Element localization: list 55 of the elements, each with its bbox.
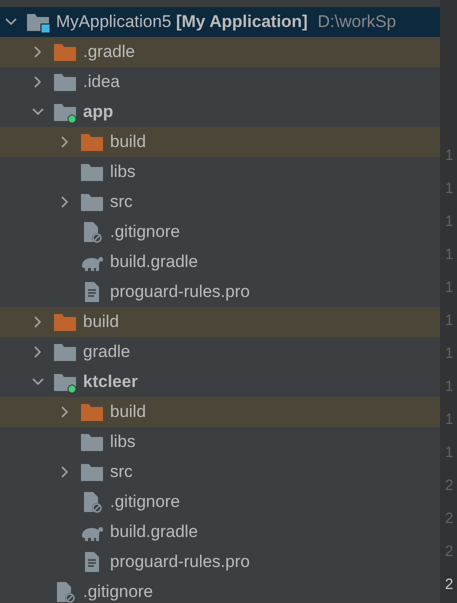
item-label: build — [83, 311, 119, 334]
item-label: proguard-rules.pro — [110, 551, 250, 574]
item-label: build — [110, 401, 146, 424]
project-folder-icon — [26, 11, 50, 33]
tree-item[interactable]: build — [0, 397, 440, 427]
folder-icon — [80, 401, 104, 423]
module-folder-icon — [53, 371, 77, 393]
tree-item[interactable]: .gitignore — [0, 217, 440, 247]
folder-icon — [53, 71, 77, 93]
folder-icon — [53, 341, 77, 363]
tree-item[interactable]: .gitignore — [0, 577, 440, 603]
tree-item[interactable]: .idea — [0, 67, 440, 97]
folder-icon — [80, 431, 104, 453]
item-label: .idea — [83, 71, 120, 94]
folder-icon — [80, 191, 104, 213]
item-label: proguard-rules.pro — [110, 281, 250, 304]
tree-item[interactable]: build.gradle — [0, 247, 440, 277]
item-label: src — [110, 461, 133, 484]
tree-item[interactable]: build.gradle — [0, 517, 440, 547]
item-label: MyApplication5 [My Application] — [56, 11, 308, 34]
tree-item[interactable]: src — [0, 457, 440, 487]
tree-item[interactable]: libs — [0, 427, 440, 457]
item-label: .gradle — [83, 41, 135, 64]
path-text: D:\workSp — [318, 11, 396, 34]
tree-item[interactable]: ktcleer — [0, 367, 440, 397]
folder-icon — [53, 41, 77, 63]
tree-item[interactable]: src — [0, 187, 440, 217]
folder-icon — [80, 161, 104, 183]
item-label: app — [83, 101, 114, 124]
folder-icon — [80, 131, 104, 153]
item-label: gradle — [83, 341, 130, 364]
item-label: build.gradle — [110, 251, 198, 274]
line-number: 2 — [444, 575, 454, 595]
tree-item[interactable]: proguard-rules.pro — [0, 547, 440, 577]
item-label: .gitignore — [110, 221, 180, 244]
tree-item[interactable]: app — [0, 97, 440, 127]
item-label: libs — [110, 431, 136, 454]
item-label: .gitignore — [83, 581, 153, 603]
tree-item[interactable]: build — [0, 307, 440, 337]
item-label: src — [110, 191, 133, 214]
module-folder-icon — [53, 101, 77, 123]
tree-item[interactable]: gradle — [0, 337, 440, 367]
item-label: libs — [110, 161, 136, 184]
tree-item[interactable]: MyApplication5 [My Application] D:\workSp — [0, 7, 440, 37]
item-label: build — [110, 131, 146, 154]
item-label: .gitignore — [110, 491, 180, 514]
folder-icon — [53, 311, 77, 333]
item-label: ktcleer — [83, 371, 138, 394]
item-label: build.gradle — [110, 521, 198, 544]
tree-item[interactable]: proguard-rules.pro — [0, 277, 440, 307]
tree-item[interactable]: .gitignore — [0, 487, 440, 517]
tree-item[interactable]: .gradle — [0, 37, 440, 67]
tree-item[interactable]: libs — [0, 157, 440, 187]
folder-icon — [80, 461, 104, 483]
tree-item[interactable]: build — [0, 127, 440, 157]
